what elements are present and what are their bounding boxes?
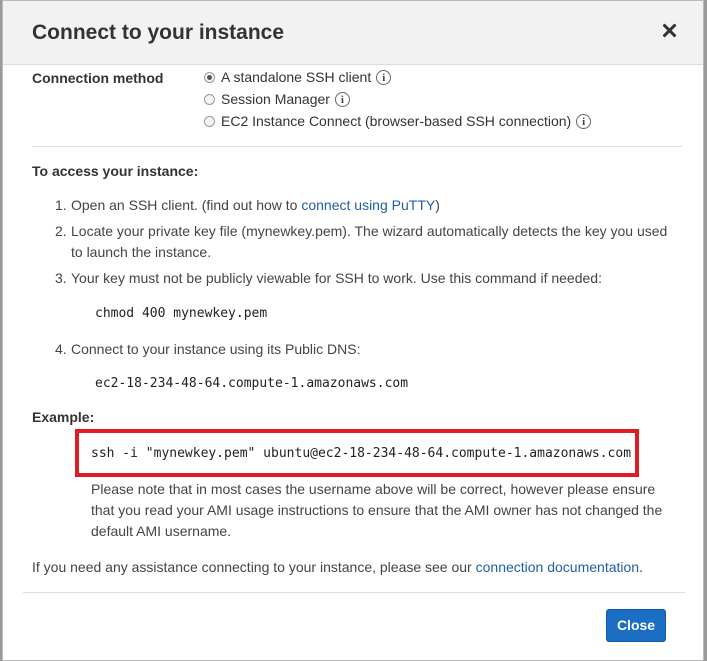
dialog-title: Connect to your instance — [32, 21, 285, 44]
step-number: 3. — [55, 270, 67, 286]
section-divider — [32, 146, 682, 147]
step-number: 2. — [55, 223, 67, 239]
radio-ec2-instance-connect[interactable]: EC2 Instance Connect (browser-based SSH … — [204, 111, 592, 131]
connect-dialog: Connect to your instance Connection meth… — [2, 0, 704, 661]
public-dns: ec2-18-234-48-64.compute-1.amazonaws.com — [95, 376, 409, 391]
chmod-command: chmod 400 mynewkey.pem — [95, 306, 268, 321]
step-2-line-2: to launch the instance. — [71, 244, 212, 260]
note-line-2: that you read your AMI usage instruction… — [91, 502, 663, 518]
example-heading: Example: — [32, 409, 95, 425]
radio-label: EC2 Instance Connect (browser-based SSH … — [221, 113, 572, 129]
connection-documentation-link[interactable]: connection documentation — [476, 559, 639, 575]
radio-label: Session Manager — [221, 91, 330, 107]
step-1-after: ) — [435, 197, 440, 213]
step-2-line-1: Locate your private key file (mynewkey.p… — [71, 223, 668, 239]
radio-button-checked[interactable] — [204, 71, 215, 83]
radio-button[interactable] — [204, 93, 215, 105]
assistance-after: . — [639, 559, 643, 575]
step-3-text: Your key must not be publicly viewable f… — [71, 270, 602, 286]
radio-standalone-ssh[interactable]: A standalone SSH client i — [204, 67, 392, 87]
step-1-text: Open an SSH client. (find out how to con… — [71, 197, 440, 213]
step-4-text: Connect to your instance using its Publi… — [71, 341, 361, 357]
close-button[interactable]: Close — [606, 609, 666, 642]
assistance-text: If you need any assistance connecting to… — [32, 559, 643, 575]
radio-label: A standalone SSH client — [221, 69, 372, 85]
step-1-body: Open an SSH client. (find out how to — [71, 197, 302, 213]
step-number: 1. — [55, 197, 67, 213]
putty-link[interactable]: connect using PuTTY — [301, 197, 435, 213]
note-line-3: default AMI username. — [91, 523, 232, 539]
info-icon[interactable]: i — [334, 91, 350, 107]
radio-session-manager[interactable]: Session Manager i — [204, 89, 350, 109]
radio-button[interactable] — [204, 115, 215, 127]
note-line-1: Please note that in most cases the usern… — [91, 481, 656, 497]
dialog-header: Connect to your instance — [3, 1, 703, 65]
close-icon[interactable] — [657, 19, 681, 43]
info-icon[interactable]: i — [376, 69, 392, 85]
connection-method-label: Connection method — [32, 70, 164, 86]
footer-divider — [23, 592, 685, 593]
assistance-body: If you need any assistance connecting to… — [32, 559, 476, 575]
ssh-command: ssh -i "mynewkey.pem" ubuntu@ec2-18-234-… — [91, 446, 632, 461]
access-heading: To access your instance: — [32, 163, 199, 179]
step-number: 4. — [55, 341, 67, 357]
info-icon[interactable]: i — [576, 113, 592, 129]
